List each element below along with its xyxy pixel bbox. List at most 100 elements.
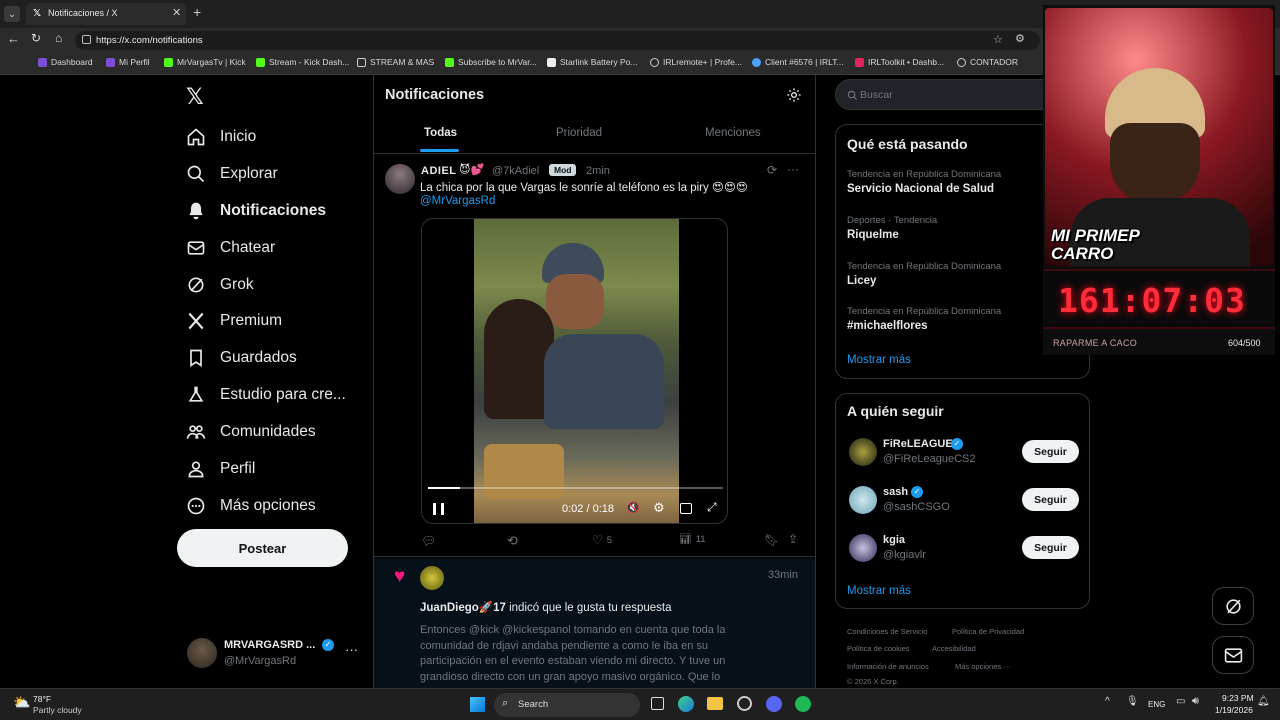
grok-icon[interactable]: ⟳: [767, 163, 777, 177]
repost-icon[interactable]: ⟲: [507, 533, 518, 549]
follow-button[interactable]: Seguir: [1022, 440, 1079, 463]
bookmark-item[interactable]: IRLremote+ | Profe...: [650, 57, 742, 67]
close-tab-icon[interactable]: ✕: [172, 6, 181, 19]
footer-link[interactable]: Política de cookies: [847, 644, 910, 653]
post-author-name[interactable]: ADIEL: [421, 165, 457, 177]
trend-item[interactable]: Tendencia en República Dominicana Servici…: [847, 169, 1001, 195]
liker-name[interactable]: JuanDiego🚀17: [420, 602, 506, 614]
nav-item-more[interactable]: Más opciones: [186, 496, 316, 516]
grok-float-button[interactable]: [1212, 587, 1254, 625]
new-tab-icon[interactable]: +: [193, 4, 201, 20]
bookmark-item[interactable]: Client #6576 | IRLT...: [752, 57, 844, 67]
search-box[interactable]: Buscar: [835, 79, 1065, 110]
refresh-icon[interactable]: ↻: [31, 31, 41, 45]
reply-icon[interactable]: 💬︎: [421, 534, 436, 548]
footer-link[interactable]: Condiciones de Servicio: [847, 627, 927, 636]
tab-mentions[interactable]: Menciones: [705, 127, 761, 139]
weather-icon[interactable]: ⛅: [13, 694, 30, 711]
share-icon[interactable]: ⇪: [788, 532, 798, 546]
nav-item-explore[interactable]: Explorar: [186, 164, 278, 184]
views-button[interactable]: 📊︎ 11: [679, 534, 706, 545]
tab-priority[interactable]: Prioridad: [556, 127, 602, 139]
nav-item-premium[interactable]: Premium: [186, 311, 282, 331]
extensions-icon[interactable]: ⚙: [1015, 32, 1025, 45]
tab-all[interactable]: Todas: [424, 127, 457, 139]
video-settings-icon[interactable]: ⚙: [653, 500, 665, 516]
follow-button[interactable]: Seguir: [1022, 536, 1079, 559]
fullscreen-icon[interactable]: ⤢: [707, 500, 717, 515]
follow-suggestion[interactable]: kgia @kgiavlr Seguir: [847, 532, 1082, 568]
nav-item-communities[interactable]: Comunidades: [186, 422, 316, 442]
more-dots-icon[interactable]: ···: [787, 162, 799, 176]
video-player[interactable]: 0:02 / 0:18 🔇 ⚙ ⤢: [421, 218, 728, 524]
bookmark-item[interactable]: Mi Perfil: [106, 57, 150, 67]
microphone-icon[interactable]: 🎙︎: [1126, 696, 1139, 707]
bookmark-item[interactable]: CONTADOR: [957, 57, 1018, 67]
file-explorer-icon[interactable]: [707, 697, 723, 710]
mute-icon[interactable]: 🔇: [626, 501, 640, 514]
nav-item-bookmarks[interactable]: Guardados: [186, 348, 297, 368]
trend-item[interactable]: Deportes · Tendencia Riquelme: [847, 215, 937, 241]
volume-icon[interactable]: 🔊︎: [1192, 695, 1199, 708]
back-icon[interactable]: ←: [7, 31, 20, 46]
app-icon[interactable]: [737, 696, 752, 711]
discord-icon[interactable]: [766, 696, 782, 712]
footer-link[interactable]: Política de Privacidad: [952, 627, 1024, 636]
video-progress-track[interactable]: [428, 487, 723, 489]
like-button[interactable]: ♡ 5: [592, 533, 612, 547]
site-info-icon[interactable]: [82, 35, 91, 44]
like-notification[interactable]: ♥ 33min JuanDiego🚀17 indicó que le gusta…: [374, 558, 815, 688]
tab-list-button[interactable]: ⌄: [4, 6, 20, 22]
account-switcher[interactable]: MRVARGASRD ... ✓ @MrVargasRd ···: [185, 636, 365, 672]
picture-in-picture-icon[interactable]: [680, 503, 692, 514]
notifications-bell-icon[interactable]: 🔔︎: [1257, 696, 1270, 707]
bookmark-item[interactable]: MrVargasTv | Kick: [164, 57, 246, 67]
bookmark-item[interactable]: IRLToolkit • Dashb...: [855, 57, 944, 67]
edge-icon[interactable]: [678, 696, 694, 712]
nav-item-chat[interactable]: Chatear: [186, 238, 275, 258]
url-input[interactable]: https://x.com/notifications ☆: [75, 31, 1040, 50]
footer-link[interactable]: Accesibilidad: [932, 644, 976, 653]
taskbar-search[interactable]: ⌕ Search: [494, 693, 640, 717]
post[interactable]: ADIEL 😈💕 @7kAdiel Mod 2min ⟳ ··· La chic…: [374, 155, 815, 557]
show-more-link[interactable]: Mostrar más: [847, 585, 911, 597]
clock-date[interactable]: 1/19/2026: [1215, 705, 1253, 715]
post-author-handle[interactable]: @7kAdiel: [492, 165, 539, 177]
bookmark-item[interactable]: STREAM & MAS: [357, 57, 434, 67]
footer-link[interactable]: Información de anuncios: [847, 662, 929, 671]
trend-item[interactable]: Tendencia en República Dominicana Licey: [847, 261, 1001, 287]
settings-gear-icon[interactable]: [786, 87, 802, 103]
bookmark-item[interactable]: Starlink Battery Po...: [547, 57, 637, 67]
tray-chevron-icon[interactable]: ^: [1105, 696, 1110, 707]
follow-suggestion[interactable]: FiReLEAGUE ✓ @FiReLeagueCS2 Seguir: [847, 436, 1082, 472]
favorite-star-icon[interactable]: ☆: [993, 33, 1003, 46]
pause-icon[interactable]: [433, 503, 444, 515]
network-icon[interactable]: ▭: [1176, 696, 1185, 707]
show-more-link[interactable]: Mostrar más: [847, 354, 911, 366]
more-dots-icon[interactable]: ···: [345, 642, 358, 657]
nav-item-creator-studio[interactable]: Estudio para cre...: [186, 385, 346, 405]
post-button[interactable]: Postear: [177, 529, 348, 567]
clock-time[interactable]: 9:23 PM: [1222, 693, 1254, 703]
x-logo-icon[interactable]: 𝕏: [186, 84, 204, 110]
nav-item-notifications[interactable]: Notificaciones: [186, 201, 326, 221]
follow-suggestion[interactable]: sash ✓ @sashCSGO Seguir: [847, 484, 1082, 520]
post-mention-link[interactable]: @MrVargasRd: [420, 195, 495, 207]
bookmark-item[interactable]: Stream - Kick Dash...: [256, 57, 349, 67]
language-indicator[interactable]: ENG: [1148, 700, 1165, 709]
bookmark-icon[interactable]: 🔖︎: [764, 533, 779, 547]
nav-item-profile[interactable]: Perfil: [186, 459, 255, 479]
footer-link[interactable]: Más opciones ···: [955, 662, 1011, 671]
home-icon[interactable]: ⌂: [55, 31, 62, 45]
messages-float-button[interactable]: [1212, 636, 1254, 674]
browser-tab[interactable]: 𝕏 Notificaciones / X ✕: [26, 3, 186, 25]
nav-item-grok[interactable]: Grok: [186, 275, 254, 295]
bookmark-item[interactable]: Dashboard: [38, 57, 93, 67]
follow-button[interactable]: Seguir: [1022, 488, 1079, 511]
liked-reply-text[interactable]: Entonces @kick @kickespanol tomando en c…: [420, 623, 770, 685]
avatar[interactable]: [420, 566, 444, 590]
bookmark-item[interactable]: Subscribe to MrVar...: [445, 57, 537, 67]
nav-item-home[interactable]: Inicio: [186, 127, 256, 147]
task-view-icon[interactable]: [651, 697, 664, 710]
spotify-icon[interactable]: [795, 696, 811, 712]
